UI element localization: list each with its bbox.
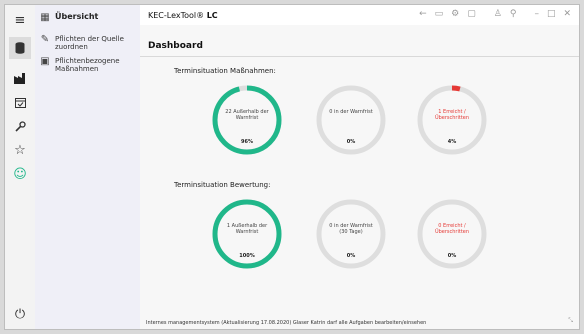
section-label-massnahmen: Terminsituation Maßnahmen: <box>174 67 276 75</box>
calendar-icon: ▣ <box>40 56 50 67</box>
main-content: KEC-LexTool® LC ← ▭ ⚙ ▢ ♙ ⚲ – □ ✕ Dashbo… <box>140 5 579 329</box>
nav-item-label: Pflichtenbezogene Maßnahmen <box>55 57 120 73</box>
wrench-icon[interactable] <box>9 115 31 137</box>
gauge-label: 22 Außerhalb der Warnfrist <box>225 109 269 121</box>
star-icon[interactable]: ☆ <box>9 139 31 161</box>
smiley-icon[interactable]: ☺ <box>9 163 31 185</box>
calendar-check-icon[interactable] <box>9 91 31 113</box>
gauge-massnahmen-exceeded[interactable]: 1 Erreicht / Überschritten 4% <box>417 85 487 155</box>
app-title-suffix: LC <box>206 11 218 20</box>
gauge-percent: 0% <box>447 253 457 259</box>
resize-grip-icon[interactable]: ⤡ <box>568 317 573 325</box>
nav-item-massnahmen[interactable]: ▣ Pflichtenbezogene Maßnahmen <box>35 56 140 74</box>
gauge-label: 1 Erreicht / Überschritten <box>434 109 470 121</box>
gauge-percent: 4% <box>447 139 457 145</box>
close-icon[interactable]: ✕ <box>563 9 571 19</box>
nav-item-uebersicht[interactable]: ▦ Übersicht <box>35 13 140 23</box>
nav-item-pflichten-zuordnen[interactable]: ✎ Pflichten der Quelle zuordnen <box>35 34 140 52</box>
nav-item-label: Pflichten der Quelle zuordnen <box>55 35 124 51</box>
gauge-label: 0 in der Warnfrist <box>329 109 373 115</box>
gauge-percent: 100% <box>239 253 255 259</box>
power-icon[interactable]: ⏻ <box>9 303 31 325</box>
gauge-bewertung-warning[interactable]: 0 in der Warnfrist (30 Tage) 0% <box>316 199 386 269</box>
search-icon[interactable]: ⚲ <box>510 9 517 19</box>
page-title: Dashboard <box>148 41 203 51</box>
app-window: ≡ ☆ ☺ ⏻ ▦ Übersicht ✎ Pflichten der Quel… <box>4 4 580 330</box>
edit-icon: ✎ <box>40 34 50 45</box>
gauge-label: 1 Außerhalb der Warnfrist <box>226 223 268 235</box>
gauge-bewertung-outside[interactable]: 1 Außerhalb der Warnfrist 100% <box>212 199 282 269</box>
gauge-percent: 0% <box>346 139 356 145</box>
database-icon[interactable] <box>9 37 31 59</box>
header-divider <box>140 56 579 57</box>
title-bar: KEC-LexTool® LC ← ▭ ⚙ ▢ ♙ ⚲ – □ ✕ <box>140 5 579 25</box>
gauge-bewertung-exceeded[interactable]: 0 Erreicht / Überschritten 0% <box>417 199 487 269</box>
gauge-massnahmen-outside[interactable]: 22 Außerhalb der Warnfrist 96% <box>212 85 282 155</box>
status-footer: Internes managementsystem (Aktualisierun… <box>146 320 427 326</box>
minimize-icon[interactable]: – <box>534 9 539 19</box>
settings-icon[interactable]: ⚙ <box>451 9 459 19</box>
gauge-percent: 96% <box>241 139 253 145</box>
grid-icon: ▦ <box>40 12 50 23</box>
titlebar-toolbar: ← ▭ ⚙ ▢ ♙ ⚲ – □ ✕ <box>419 9 571 19</box>
gauge-massnahmen-warning[interactable]: 0 in der Warnfrist 0% <box>316 85 386 155</box>
user-icon[interactable]: ♙ <box>494 9 502 19</box>
maximize-icon[interactable]: □ <box>547 9 556 19</box>
gauge-label: 0 Erreicht / Überschritten <box>434 223 470 235</box>
factory-icon[interactable] <box>9 67 31 89</box>
menu-icon[interactable]: ≡ <box>9 9 31 31</box>
gauge-percent: 0% <box>346 253 356 259</box>
document-icon[interactable]: ▭ <box>435 9 444 19</box>
section-label-bewertung: Terminsituation Bewertung: <box>174 181 271 189</box>
gauge-label: 0 in der Warnfrist (30 Tage) <box>329 223 373 235</box>
navigation-panel: ▦ Übersicht ✎ Pflichten der Quelle zuord… <box>35 5 141 329</box>
app-title: KEC-LexTool® LC <box>148 11 218 20</box>
back-arrow-icon[interactable]: ← <box>419 9 427 19</box>
display-icon[interactable]: ▢ <box>467 9 476 19</box>
app-title-prefix: KEC-LexTool® <box>148 11 205 20</box>
icon-sidebar: ≡ ☆ ☺ ⏻ <box>5 5 36 329</box>
nav-item-label: Übersicht <box>55 12 99 21</box>
